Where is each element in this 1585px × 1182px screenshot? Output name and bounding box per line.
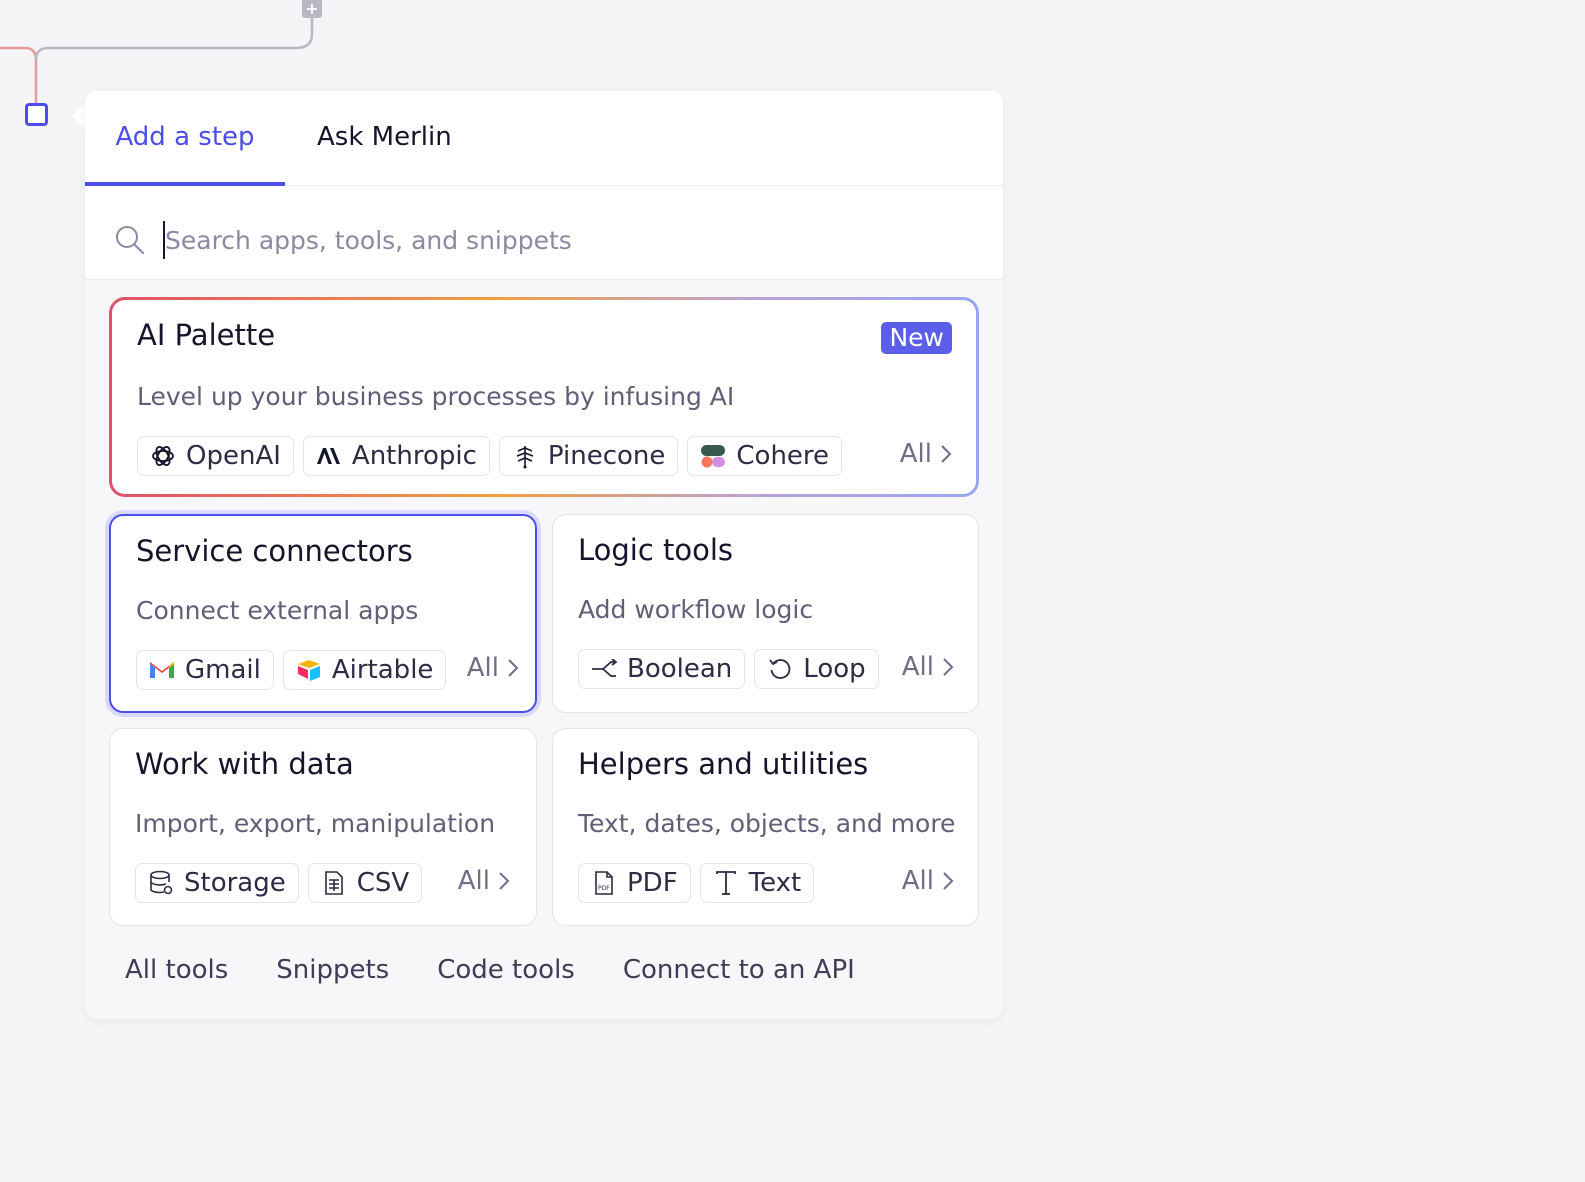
tab-label: Ask Merlin [317, 122, 452, 152]
ai-palette-all-link[interactable]: All [900, 439, 952, 469]
helpers-all-link[interactable]: All [902, 866, 954, 896]
svg-text:PDF: PDF [598, 885, 610, 892]
tab-label: Add a step [115, 122, 255, 152]
loop-icon [767, 656, 793, 682]
chip-label: Boolean [627, 654, 733, 684]
anthropic-logo-icon [316, 443, 342, 469]
service-connectors-card[interactable]: Service connectors Connect external apps… [109, 514, 537, 713]
database-icon [148, 870, 174, 896]
chip-label: Text [748, 868, 802, 898]
text-t-icon [713, 870, 739, 896]
card-title: Work with data [135, 747, 354, 781]
chip-row: Gmail Airtable [136, 650, 447, 690]
cohere-logo-icon [700, 443, 726, 469]
chip-loop[interactable]: Loop [754, 649, 879, 689]
workflow-canvas: + Add a step Ask Merlin AI Palette New L… [0, 0, 1585, 1182]
tab-add-a-step[interactable]: Add a step [85, 91, 285, 186]
logic-tools-all-link[interactable]: All [902, 652, 954, 682]
chip-anthropic[interactable]: Anthropic [302, 436, 490, 476]
card-description: Text, dates, objects, and more [578, 809, 956, 838]
card-title: AI Palette [137, 318, 276, 352]
card-description: Level up your business processes by infu… [137, 382, 735, 411]
chip-label: CSV [356, 868, 410, 898]
chip-pdf[interactable]: PDF PDF [578, 863, 691, 903]
chip-openai[interactable]: OpenAI [137, 436, 294, 476]
card-description: Connect external apps [136, 596, 419, 625]
link-connect-to-api[interactable]: Connect to an API [623, 955, 855, 985]
chip-csv[interactable]: CSV [307, 863, 423, 903]
chip-storage[interactable]: Storage [135, 863, 299, 903]
all-label: All [466, 653, 499, 683]
chevron-right-icon [943, 872, 954, 890]
chip-pinecone[interactable]: Pinecone [498, 436, 679, 476]
footer-links: All tools Snippets Code tools Connect to… [125, 955, 855, 985]
panel-tabs: Add a step Ask Merlin [85, 91, 1003, 186]
all-label: All [901, 652, 934, 682]
chip-label: Anthropic [351, 441, 477, 471]
card-title: Logic tools [578, 533, 734, 567]
ai-palette-card[interactable]: AI Palette New Level up your business pr… [109, 297, 979, 497]
helpers-utilities-card[interactable]: Helpers and utilities Text, dates, objec… [552, 728, 979, 926]
link-all-tools[interactable]: All tools [125, 955, 228, 985]
service-connectors-all-link[interactable]: All [467, 653, 519, 683]
card-title: Helpers and utilities [578, 747, 869, 781]
branch-icon [591, 656, 617, 682]
work-with-data-all-link[interactable]: All [458, 866, 510, 896]
link-snippets[interactable]: Snippets [276, 955, 389, 985]
card-title: Service connectors [136, 534, 413, 568]
chip-label: Loop [803, 654, 866, 684]
search-icon [116, 226, 144, 254]
work-with-data-card[interactable]: Work with data Import, export, manipulat… [109, 728, 537, 926]
card-description: Import, export, manipulation [135, 809, 496, 838]
chip-label: Pinecone [547, 441, 666, 471]
link-code-tools[interactable]: Code tools [437, 955, 575, 985]
chip-row: Boolean Loop [578, 649, 879, 689]
chip-gmail[interactable]: Gmail [136, 650, 274, 690]
chip-label: Storage [184, 868, 286, 898]
chevron-right-icon [941, 445, 952, 463]
chip-label: OpenAI [186, 441, 281, 471]
add-step-panel: Add a step Ask Merlin AI Palette New Lev… [85, 91, 1003, 1019]
chip-label: PDF [627, 868, 678, 898]
chip-text[interactable]: Text [699, 863, 815, 903]
chip-label: Gmail [185, 655, 261, 685]
chip-cohere[interactable]: Cohere [687, 436, 843, 476]
gmail-logo-icon [149, 657, 175, 683]
all-label: All [901, 866, 934, 896]
new-badge: New [881, 322, 952, 354]
openai-logo-icon [150, 443, 176, 469]
document-icon [321, 870, 347, 896]
airtable-logo-icon [296, 657, 322, 683]
chevron-right-icon [508, 659, 519, 677]
chevron-right-icon [499, 872, 510, 890]
chip-label: Airtable [331, 655, 434, 685]
chip-airtable[interactable]: Airtable [282, 650, 447, 690]
card-description: Add workflow logic [578, 595, 814, 624]
pinecone-logo-icon [512, 443, 538, 469]
pdf-file-icon: PDF [591, 870, 617, 896]
chip-row: Storage CSV [135, 863, 423, 903]
chip-boolean[interactable]: Boolean [578, 649, 746, 689]
all-label: All [457, 866, 490, 896]
selected-step-node[interactable] [25, 103, 48, 126]
tab-ask-merlin[interactable]: Ask Merlin [317, 91, 452, 186]
chip-row: PDF PDF Text [578, 863, 815, 903]
search-input[interactable] [163, 221, 943, 259]
chip-row: OpenAI Anthropic Pinecone Cohere [137, 436, 843, 476]
logic-tools-card[interactable]: Logic tools Add workflow logic Boolean L [552, 514, 979, 713]
chevron-right-icon [943, 658, 954, 676]
all-label: All [899, 439, 932, 469]
add-node-plus-icon[interactable]: + [302, 0, 322, 18]
chip-label: Cohere [736, 441, 830, 471]
